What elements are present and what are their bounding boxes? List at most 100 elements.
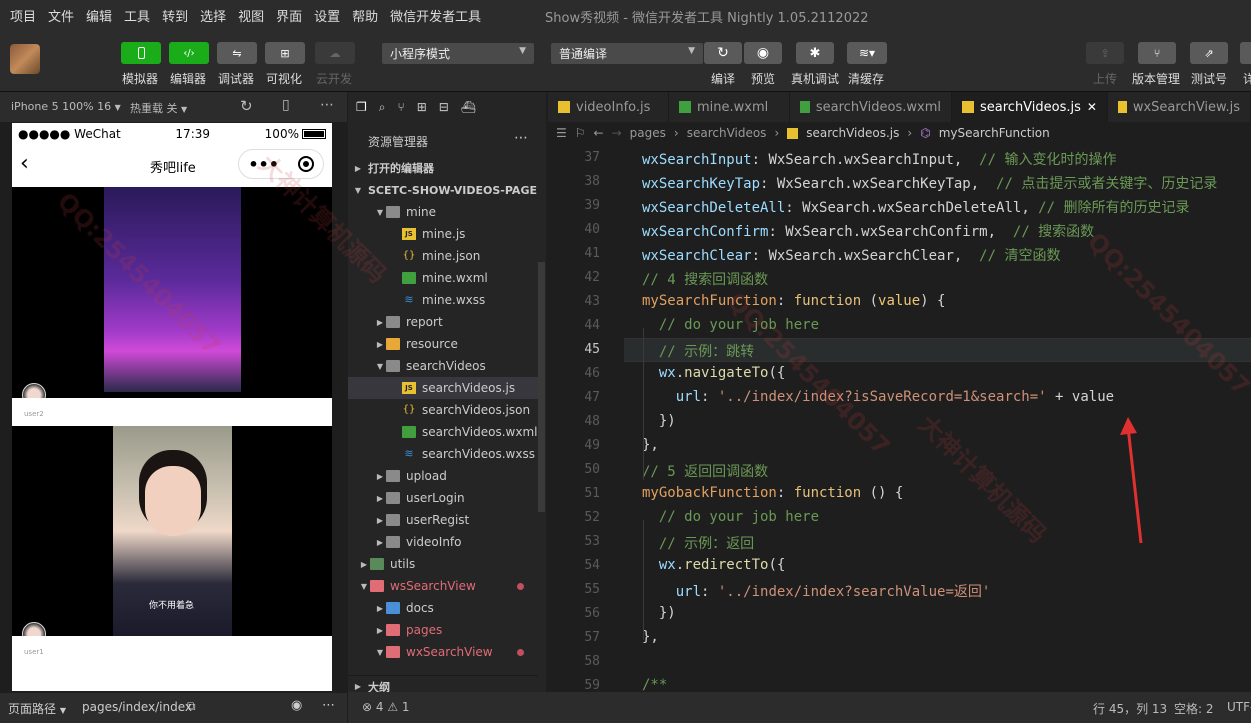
code-line[interactable]: // 5 返回回调函数 [642,461,768,481]
menu-item[interactable]: 视图 [232,6,270,25]
video-card-2[interactable]: 你不用着急 [12,426,332,646]
code-line[interactable]: }) [642,605,676,621]
source-control-icon[interactable]: ⑂ [398,100,405,114]
video-card-1[interactable] [12,187,332,407]
code-line[interactable]: // do your job here [642,317,819,333]
tab-searchvideos-js[interactable]: searchVideos.js ✕ [952,92,1108,122]
code-line[interactable]: // 示例：返回 [642,533,754,553]
open-editors-section[interactable]: ▶ 打开的编辑器 [348,157,538,179]
code-line[interactable]: }) [642,413,676,429]
debug-icon[interactable]: ⊟ [439,100,449,114]
more-dots-icon[interactable]: ••• [248,155,279,174]
breadcrumb-item[interactable]: mySearchFunction [939,126,1050,140]
copy-icon[interactable]: ⧉ [187,699,196,714]
cursor-position[interactable]: 行 45，列 13 [1093,700,1167,717]
eye-icon[interactable]: ◉ [291,698,302,713]
tab-searchvideos-wxml[interactable]: searchVideos.wxml [790,92,952,122]
tree-item-wxsearchview[interactable]: ▼ wxSearchView [348,641,538,663]
back-icon[interactable]: ‹ [20,151,29,176]
code-line[interactable]: }, [642,437,659,453]
code-line[interactable]: wxSearchDeleteAll: WxSearch.wxSearchDele… [642,197,1189,217]
more-icon[interactable]: ⋯ [322,698,335,713]
tree-item-searchvideos[interactable]: ▼ searchVideos [348,355,538,377]
docker-icon[interactable]: ⛴ [461,100,476,114]
project-avatar[interactable] [10,44,40,74]
close-icon[interactable]: ✕ [1087,100,1097,114]
tab-videoinfo-js[interactable]: videoInfo.js [548,92,669,122]
debugger-button[interactable]: ⇋ [217,42,257,64]
mode-select[interactable]: 小程序模式 ▼ [382,43,534,64]
tree-item-resource[interactable]: ▶ resource [348,333,538,355]
close-capsule-icon[interactable] [297,156,314,172]
more-icon[interactable]: ⋯ [320,97,334,113]
code-line[interactable]: // 4 搜索回调函数 [642,269,768,289]
problems-indicator[interactable]: ⊗ 4 ⚠ 1 [362,700,410,714]
tree-item-pages[interactable]: ▶ pages [348,619,538,641]
menu-item[interactable]: 工具 [118,6,156,25]
refresh-icon[interactable]: ↻ [240,97,253,115]
indent-setting[interactable]: 空格: 2 [1174,700,1214,717]
tree-item-mine-wxss[interactable]: ≋ mine.wxss [348,289,538,311]
compile-select[interactable]: 普通编译 ▼ [551,43,703,64]
code-line[interactable]: wxSearchInput: WxSearch.wxSearchInput, /… [642,149,1116,169]
tree-item-mine-js[interactable]: JS mine.js [348,223,538,245]
real-debug-button[interactable]: ✱ [796,42,834,64]
tree-item-searchvideos-wxss[interactable]: ≋ searchVideos.wxss [348,443,538,465]
menu-item[interactable]: 微信开发者工具 [384,6,487,25]
visual-button[interactable]: ⊞ [265,42,305,64]
menu-item[interactable]: 选择 [194,6,232,25]
version-mgmt-button[interactable]: ⑂ [1138,42,1176,64]
code-line[interactable]: wxSearchClear: WxSearch.wxSearchClear, /… [642,245,1060,265]
menu-item[interactable]: 文件 [42,6,80,25]
bookmark-icon[interactable]: ⚐ [575,126,586,140]
files-icon[interactable]: ❐ [356,100,367,114]
code-line[interactable]: }, [642,629,659,645]
phone-icon[interactable]: ▯ [282,97,290,113]
code-line[interactable]: // 示例：跳转 [642,341,754,361]
more-icon[interactable]: ⋯ [514,130,528,146]
page-path-select[interactable]: 页面路径 ▼ [8,700,66,717]
code-line[interactable]: myGobackFunction: function () { [642,485,903,501]
breadcrumb-item[interactable]: searchVideos [687,126,767,140]
tree-item-mine-wxml[interactable]: mine.wxml [348,267,538,289]
code-line[interactable]: url: '../index/index?searchValue=返回' [642,581,991,601]
list-icon[interactable]: ☰ [556,126,567,140]
tab-mine-wxml[interactable]: mine.wxml [669,92,790,122]
breadcrumb-item[interactable]: pages [630,126,666,140]
menu-item[interactable]: 界面 [270,6,308,25]
tree-item-wssearchview[interactable]: ▼ wsSearchView [348,575,538,597]
device-select[interactable]: iPhone 5 100% 16 ▼ [11,100,121,113]
code-line[interactable]: /** [642,677,667,692]
menu-item[interactable]: 编辑 [80,6,118,25]
code-line[interactable]: wxSearchConfirm: WxSearch.wxSearchConfir… [642,221,1094,241]
editor-button[interactable]: ‹/› [169,42,209,64]
video-thumbnail-2[interactable]: 你不用着急 [113,426,232,636]
tree-item-userlogin[interactable]: ▶ userLogin [348,487,538,509]
cloud-button[interactable]: ☁ [315,42,355,64]
tab-wxsearchview-js[interactable]: wxSearchView.js [1108,92,1251,122]
tree-item-mine-json[interactable]: {} mine.json [348,245,538,267]
video-thumbnail-1[interactable] [104,187,241,392]
code-line[interactable]: mySearchFunction: function (value) { [642,293,945,309]
explorer-scrollbar[interactable] [538,262,545,512]
code-line[interactable]: wx.redirectTo({ [642,557,785,573]
compile-button[interactable]: ↻ [704,42,742,64]
details-button[interactable] [1240,42,1251,64]
extensions-icon[interactable]: ⊞ [417,100,427,114]
forward-arrow-icon[interactable]: → [612,126,622,140]
search-icon[interactable]: ⌕ [379,100,386,115]
simulator-button[interactable] [121,42,161,64]
code-line[interactable]: wxSearchKeyTap: WxSearch.wxSearchKeyTap,… [642,173,1217,193]
tree-item-searchvideos-wxml[interactable]: searchVideos.wxml [348,421,538,443]
preview-button[interactable]: ◉ [744,42,782,64]
tree-item-searchvideos-json[interactable]: {} searchVideos.json [348,399,538,421]
back-arrow-icon[interactable]: ← [594,126,604,140]
code-line[interactable]: wx.navigateTo({ [642,365,785,381]
encoding-setting[interactable]: UTF- [1227,700,1251,714]
tree-item-userregist[interactable]: ▶ userRegist [348,509,538,531]
upload-button[interactable]: ⇪ [1086,42,1124,64]
menu-item[interactable]: 设置 [308,6,346,25]
tree-item-utils[interactable]: ▶ utils [348,553,538,575]
tree-item-docs[interactable]: ▶ docs [348,597,538,619]
menu-item[interactable]: 帮助 [346,6,384,25]
